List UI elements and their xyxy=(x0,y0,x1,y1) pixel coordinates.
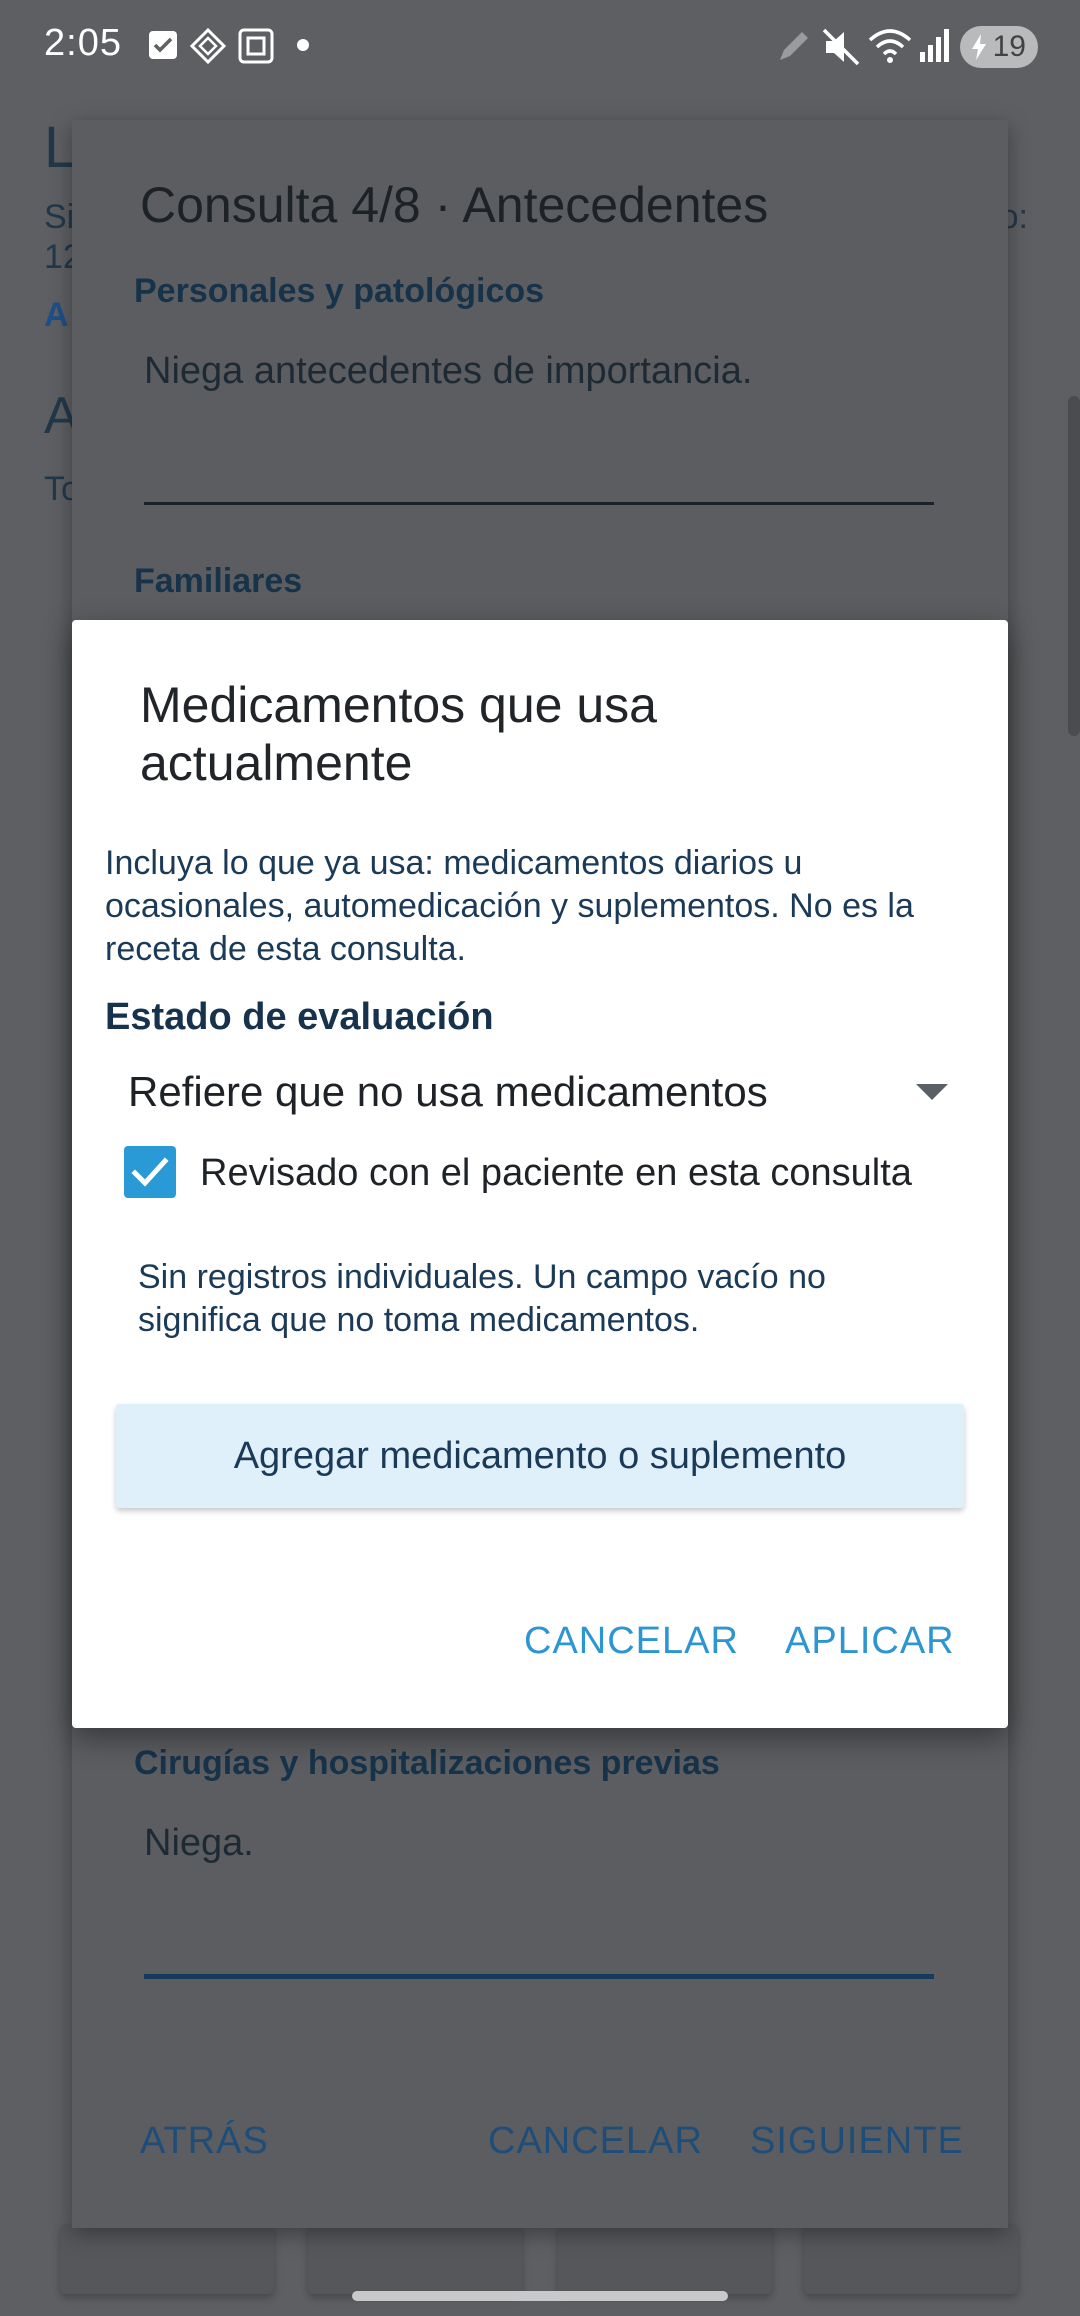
signal-icon xyxy=(920,29,949,62)
checkbox-notification-icon xyxy=(149,31,177,59)
background-tab-4 xyxy=(804,2224,1018,2294)
field-personal-value[interactable]: Niega antecedentes de importancia. xyxy=(144,350,752,393)
field-surgeries-underline xyxy=(144,1974,934,1979)
battery-indicator: 19 xyxy=(960,26,1038,68)
wifi-icon xyxy=(868,29,912,63)
field-surgeries-value[interactable]: Niega. xyxy=(144,1822,254,1865)
dropdown-arrow-icon xyxy=(916,1084,948,1100)
battery-level: 19 xyxy=(992,30,1026,63)
mute-icon xyxy=(822,28,860,66)
status-bar: 2:05 19 xyxy=(0,0,1080,96)
background-tab-2 xyxy=(308,2224,522,2294)
dot-icon xyxy=(297,39,309,51)
reviewed-checkbox[interactable] xyxy=(124,1146,176,1198)
section-label-personal: Personales y patológicos xyxy=(134,272,545,310)
add-medication-button[interactable]: Agregar medicamento o suplemento xyxy=(116,1404,964,1508)
field-personal-underline xyxy=(144,502,934,505)
scrollbar-thumb xyxy=(1068,396,1080,736)
gesture-nav-handle[interactable] xyxy=(352,2291,728,2301)
evaluation-status-label: Estado de evaluación xyxy=(105,996,494,1038)
square-app-icon xyxy=(238,28,274,64)
reviewed-checkbox-row[interactable]: Revisado con el paciente en esta consult… xyxy=(124,1142,984,1208)
background-line-1: Si xyxy=(44,198,75,236)
medications-description: Incluya lo que ya usa: medicamentos diar… xyxy=(105,844,914,968)
reviewed-checkbox-label: Revisado con el paciente en esta consult… xyxy=(200,1152,912,1194)
pen-icon xyxy=(780,32,808,60)
section-label-surgeries: Cirugías y hospitalizaciones previas xyxy=(134,1744,720,1782)
checkmark-icon xyxy=(131,1157,169,1187)
evaluation-status-value: Refiere que no usa medicamentos xyxy=(128,1068,768,1115)
next-button[interactable]: SIGUIENTE xyxy=(750,2120,964,2163)
diamond-app-icon xyxy=(190,28,226,64)
background-tab-1 xyxy=(60,2224,274,2294)
medications-dialog: Medicamentos que usa actualmente Incluya… xyxy=(72,620,1008,1728)
status-time: 2:05 xyxy=(44,22,122,64)
empty-records-note: Sin registros individuales. Un campo vac… xyxy=(138,1258,826,1339)
background-tab-3 xyxy=(558,2224,772,2294)
evaluation-status-select[interactable]: Refiere que no usa medicamentos xyxy=(128,1058,948,1128)
apply-button[interactable]: APLICAR xyxy=(785,1620,955,1663)
consult-cancel-button[interactable]: CANCELAR xyxy=(488,2120,703,2163)
back-button[interactable]: ATRÁS xyxy=(140,2120,269,2163)
section-label-family: Familiares xyxy=(134,562,303,600)
background-link: A xyxy=(44,296,69,334)
consult-dialog-title: Consulta 4/8 · Antecedentes xyxy=(140,177,769,233)
medications-dialog-title: Medicamentos que usa actualmente xyxy=(140,677,657,791)
medications-cancel-button[interactable]: CANCELAR xyxy=(524,1620,739,1663)
battery-charging-icon xyxy=(972,34,986,60)
